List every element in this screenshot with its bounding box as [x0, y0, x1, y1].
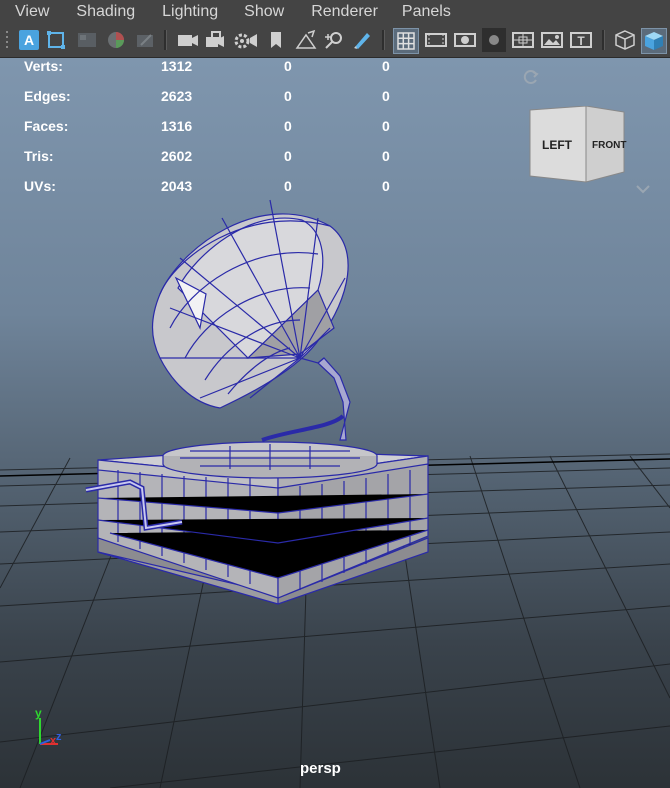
- hud-value: 2623: [161, 88, 193, 104]
- viewcube-menu-chevron-icon[interactable]: [635, 182, 651, 200]
- menu-panels[interactable]: Panels: [378, 3, 451, 21]
- select-camera-icon[interactable]: A: [17, 28, 41, 52]
- smooth-shade-cube-icon[interactable]: [641, 28, 667, 54]
- menu-renderer[interactable]: Renderer: [284, 3, 378, 21]
- axis-z-label: z: [56, 731, 62, 743]
- hud-value: 0: [284, 58, 292, 74]
- bookmarks-icon[interactable]: [75, 28, 99, 52]
- hud-value: 0: [382, 88, 390, 104]
- toolbar-grip-icon[interactable]: [4, 28, 12, 52]
- viewcube-front-label[interactable]: FRONT: [592, 140, 626, 151]
- hud-value: 0: [284, 178, 292, 194]
- menu-view[interactable]: View: [0, 3, 49, 21]
- menu-lighting[interactable]: Lighting: [135, 3, 218, 21]
- axis-gizmo: y x z: [30, 706, 70, 755]
- hud-label: UVs:: [24, 178, 56, 194]
- camera-settings-icon[interactable]: [233, 28, 257, 52]
- viewcube-left-label[interactable]: LEFT: [542, 138, 572, 152]
- pan-zoom-icon[interactable]: [322, 28, 346, 52]
- hud-label: Edges:: [24, 88, 71, 104]
- menu-bar: View Shading Lighting Show Renderer Panels: [0, 0, 670, 24]
- wireframe-cube-icon[interactable]: [613, 28, 637, 52]
- image-plane-icon[interactable]: [104, 28, 128, 52]
- hud-value: 0: [382, 148, 390, 164]
- hud-value: 0: [284, 148, 292, 164]
- cam-bookmark-icon[interactable]: [264, 28, 288, 52]
- paint-icon[interactable]: [350, 28, 374, 52]
- resolution-gate-icon[interactable]: [453, 28, 477, 52]
- menu-shading[interactable]: Shading: [49, 3, 135, 21]
- camera-name-label: persp: [300, 760, 341, 777]
- panel-toolbar: A T: [0, 24, 670, 58]
- hud-value: 1312: [161, 58, 193, 74]
- grease-pencil-icon[interactable]: [294, 28, 318, 52]
- hud-value: 1316: [161, 118, 193, 134]
- camera-attributes-icon[interactable]: [44, 28, 68, 52]
- menu-show[interactable]: Show: [218, 3, 284, 21]
- hud-value: 0: [284, 118, 292, 134]
- film-gate-icon[interactable]: [424, 28, 448, 52]
- 2d-pan-zoom-icon[interactable]: [134, 28, 158, 52]
- gate-mask-icon[interactable]: [482, 28, 506, 52]
- lock-camera-icon[interactable]: [204, 28, 228, 52]
- grid-icon[interactable]: [393, 28, 419, 54]
- perspective-viewport[interactable]: Verts: 1312 0 0 Edges: 2623 0 0 Faces: 1316 0 0 Tris…: [0, 58, 670, 788]
- hud-value: 0: [382, 118, 390, 134]
- view-cube[interactable]: LEFT FRONT: [528, 105, 628, 191]
- hud-value: 2043: [161, 178, 193, 194]
- camera-icon[interactable]: [176, 28, 200, 52]
- hud-label: Verts:: [24, 58, 63, 74]
- hud-label: Tris:: [24, 148, 54, 164]
- hud-label: Faces:: [24, 118, 69, 134]
- hud-value: 2602: [161, 148, 193, 164]
- viewcube-home-icon[interactable]: [522, 68, 540, 91]
- svg-text:T: T: [577, 34, 585, 48]
- safe-action-icon[interactable]: [540, 28, 564, 52]
- safe-title-icon[interactable]: T: [569, 28, 593, 52]
- hud-value: 0: [382, 178, 390, 194]
- hud-value: 0: [382, 58, 390, 74]
- axis-y-label: y: [35, 706, 42, 720]
- svg-text:A: A: [24, 32, 34, 48]
- hud-value: 0: [284, 88, 292, 104]
- field-chart-icon[interactable]: [511, 28, 535, 52]
